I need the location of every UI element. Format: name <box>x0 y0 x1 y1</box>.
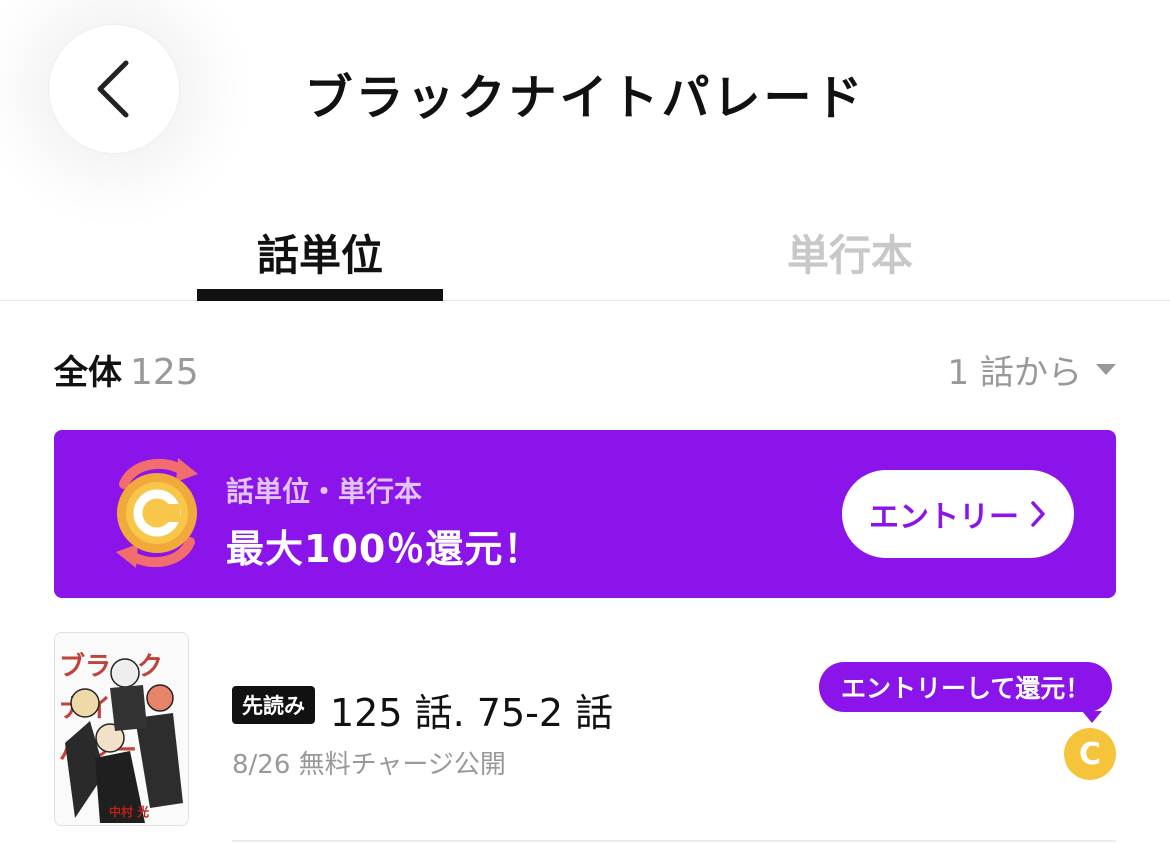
tab-bar: 話単位 単行本 <box>0 200 1170 301</box>
coin-letter: C <box>1078 736 1102 772</box>
banner-headline: 最大100％還元！ <box>226 527 543 571</box>
tab-volumes[interactable]: 単行本 <box>700 222 1000 283</box>
total-count: 125 <box>130 352 199 393</box>
coin-refresh-icon <box>116 458 198 568</box>
page-title: ブラックナイトパレード <box>304 70 866 126</box>
cashback-banner[interactable]: 話単位・単行本 最大100％還元！ エントリー <box>54 430 1116 598</box>
active-tab-indicator <box>197 289 443 301</box>
episode-summary: 全体 125 1 話から <box>54 345 1116 393</box>
banner-subtitle: 話単位・単行本 <box>226 475 423 508</box>
coin-icon: C <box>1064 728 1116 780</box>
episode-release-info: 8/26 無料チャージ公開 <box>232 750 506 780</box>
early-access-badge: 先読み <box>232 686 315 724</box>
sort-dropdown[interactable]: 1 話から <box>948 345 1116 394</box>
entry-button-label: エントリー <box>869 500 1019 535</box>
episode-title: 125 話. 75-2 話 <box>330 691 614 735</box>
caret-down-icon <box>1096 364 1116 375</box>
thumbnail-author: 中村 光 <box>109 805 150 819</box>
episode-row[interactable]: ブラック ナイト パレード 中村 光 先読み 125 話. 75-2 話 8/2… <box>54 632 1116 843</box>
tooltip-tail <box>1082 711 1102 723</box>
entry-button[interactable]: エントリー <box>842 470 1074 558</box>
entry-tooltip: エントリーして還元！ <box>819 662 1113 712</box>
chevron-right-icon <box>1031 501 1045 527</box>
sort-label: 1 話から <box>947 353 1082 393</box>
manga-cover-illustration: ブラック ナイト パレード <box>55 633 188 825</box>
row-divider <box>232 840 1116 842</box>
header: ブラックナイトパレード <box>0 0 1170 170</box>
episode-thumbnail: ブラック ナイト パレード 中村 光 <box>54 632 189 826</box>
total-label: 全体 <box>54 353 122 393</box>
tab-episodes[interactable]: 話単位 <box>170 222 470 283</box>
